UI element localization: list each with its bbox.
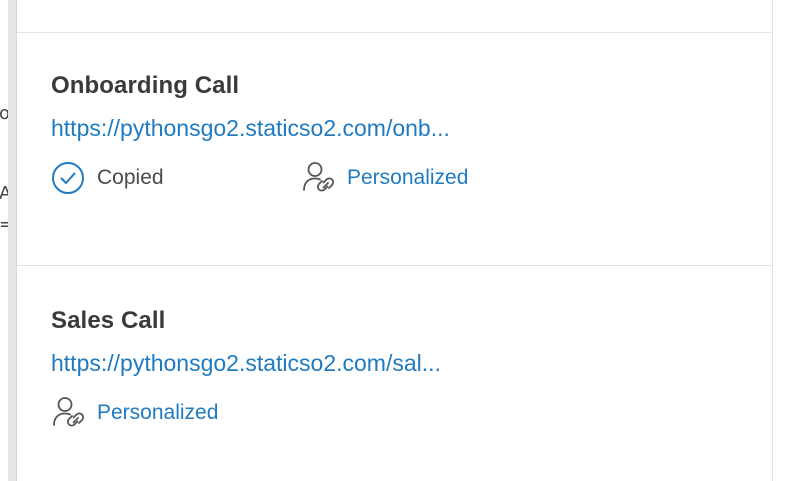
check-circle-icon <box>51 161 85 195</box>
event-title: Sales Call <box>51 307 166 334</box>
event-card-onboarding: Onboarding Call https://pythonsgo2.stati… <box>51 70 468 196</box>
divider <box>17 32 772 33</box>
divider <box>17 265 772 266</box>
event-links-panel-view: ou A =I Onboarding Call https://pythonsg… <box>0 0 790 481</box>
event-title: Onboarding Call <box>51 72 240 99</box>
panel-edge-shadow <box>8 0 17 481</box>
personalized-link-button[interactable]: Personalized <box>301 160 468 196</box>
person-link-icon <box>51 395 87 431</box>
copied-status: Copied <box>51 161 301 195</box>
event-link[interactable]: https://pythonsgo2.staticso2.com/sal... <box>51 347 441 379</box>
copied-label: Copied <box>97 166 164 189</box>
event-status-row: Personalized <box>51 395 441 431</box>
event-link[interactable]: https://pythonsgo2.staticso2.com/onb... <box>51 112 468 144</box>
links-panel: Onboarding Call https://pythonsgo2.stati… <box>17 0 773 481</box>
person-link-icon <box>301 160 337 196</box>
personalized-label[interactable]: Personalized <box>347 166 468 190</box>
event-card-sales: Sales Call https://pythonsgo2.staticso2.… <box>51 305 441 431</box>
event-status-row: Copied Personalized <box>51 160 468 196</box>
personalized-label[interactable]: Personalized <box>97 401 218 425</box>
personalized-link-button[interactable]: Personalized <box>51 395 218 431</box>
